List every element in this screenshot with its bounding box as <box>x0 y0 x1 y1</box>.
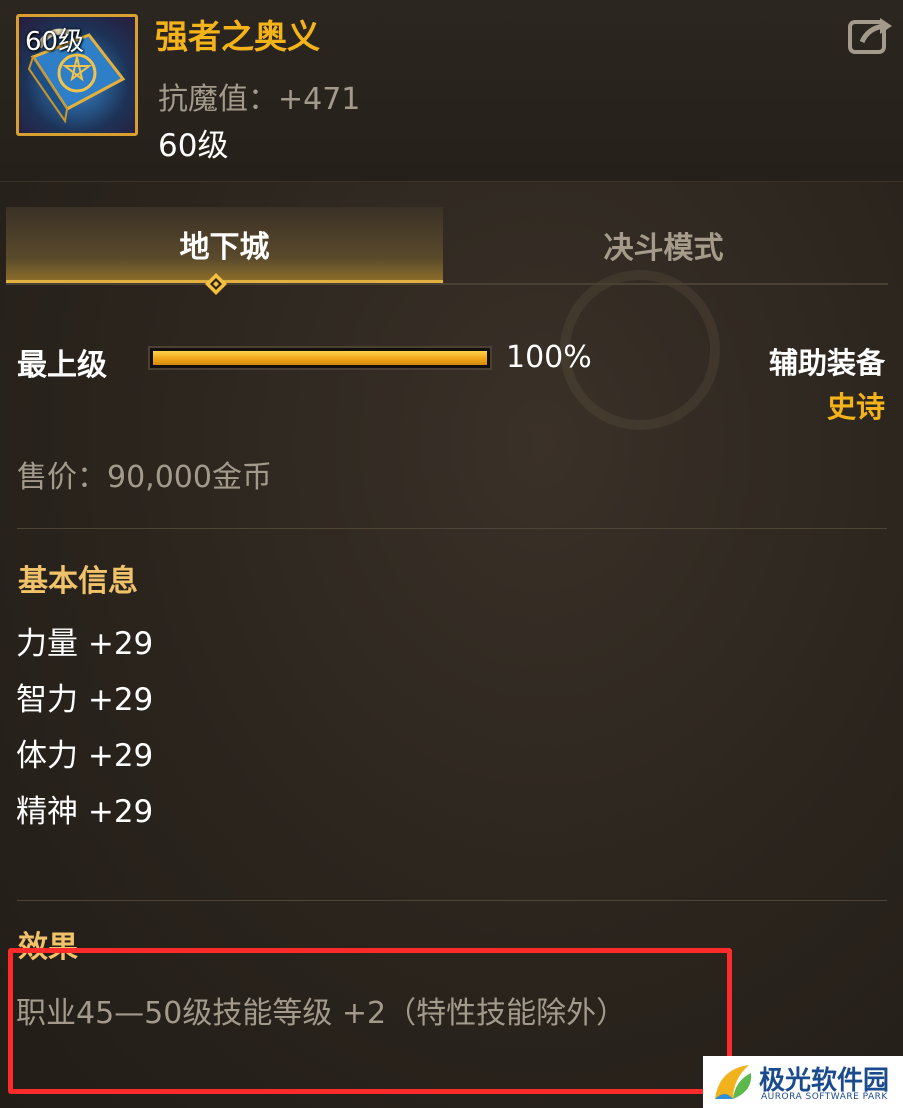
active-tab-marker-icon <box>205 273 227 295</box>
item-icon-level: 60级 <box>25 27 85 57</box>
item-header: 60级 强者之奥义 抗魔值：+471 60级 <box>0 0 903 182</box>
sell-price: 售价：90,000金币 <box>17 460 272 495</box>
tab-duel-mode[interactable]: 决斗模式 <box>445 207 882 283</box>
highlight-box <box>8 948 732 1094</box>
stat-spirit: 精神 +29 <box>16 794 154 830</box>
equipment-type: 辅助装备 <box>768 346 885 380</box>
stat-vitality: 体力 +29 <box>16 738 154 774</box>
item-level: 60级 <box>158 128 229 164</box>
aurora-logo-icon <box>715 1065 752 1099</box>
share-icon[interactable] <box>848 14 894 54</box>
item-detail-page: 60级 强者之奥义 抗魔值：+471 60级 地下城 决斗模式 最上级 100%… <box>0 0 903 1108</box>
item-icon[interactable]: 60级 <box>16 14 138 136</box>
divider <box>17 900 887 901</box>
divider <box>17 528 887 529</box>
basic-info-title: 基本信息 <box>18 564 138 599</box>
item-name: 强者之奥义 <box>155 17 320 56</box>
upgrade-progress-text: 100% <box>506 340 592 375</box>
stat-intelligence: 智力 +29 <box>16 682 154 718</box>
upgrade-progress-fill <box>153 351 487 365</box>
stat-strength: 力量 +29 <box>16 626 154 662</box>
item-stat: 抗魔值：+471 <box>158 82 361 117</box>
upgrade-progress-bar <box>148 346 492 370</box>
watermark: 极光软件园 AURORA SOFTWARE PARK <box>703 1056 903 1108</box>
upgrade-level-label: 最上级 <box>17 348 107 383</box>
watermark-subtitle: AURORA SOFTWARE PARK <box>761 1092 888 1102</box>
equipment-rarity: 史诗 <box>826 390 885 424</box>
mode-tabs: 地下城 决斗模式 <box>6 207 888 285</box>
